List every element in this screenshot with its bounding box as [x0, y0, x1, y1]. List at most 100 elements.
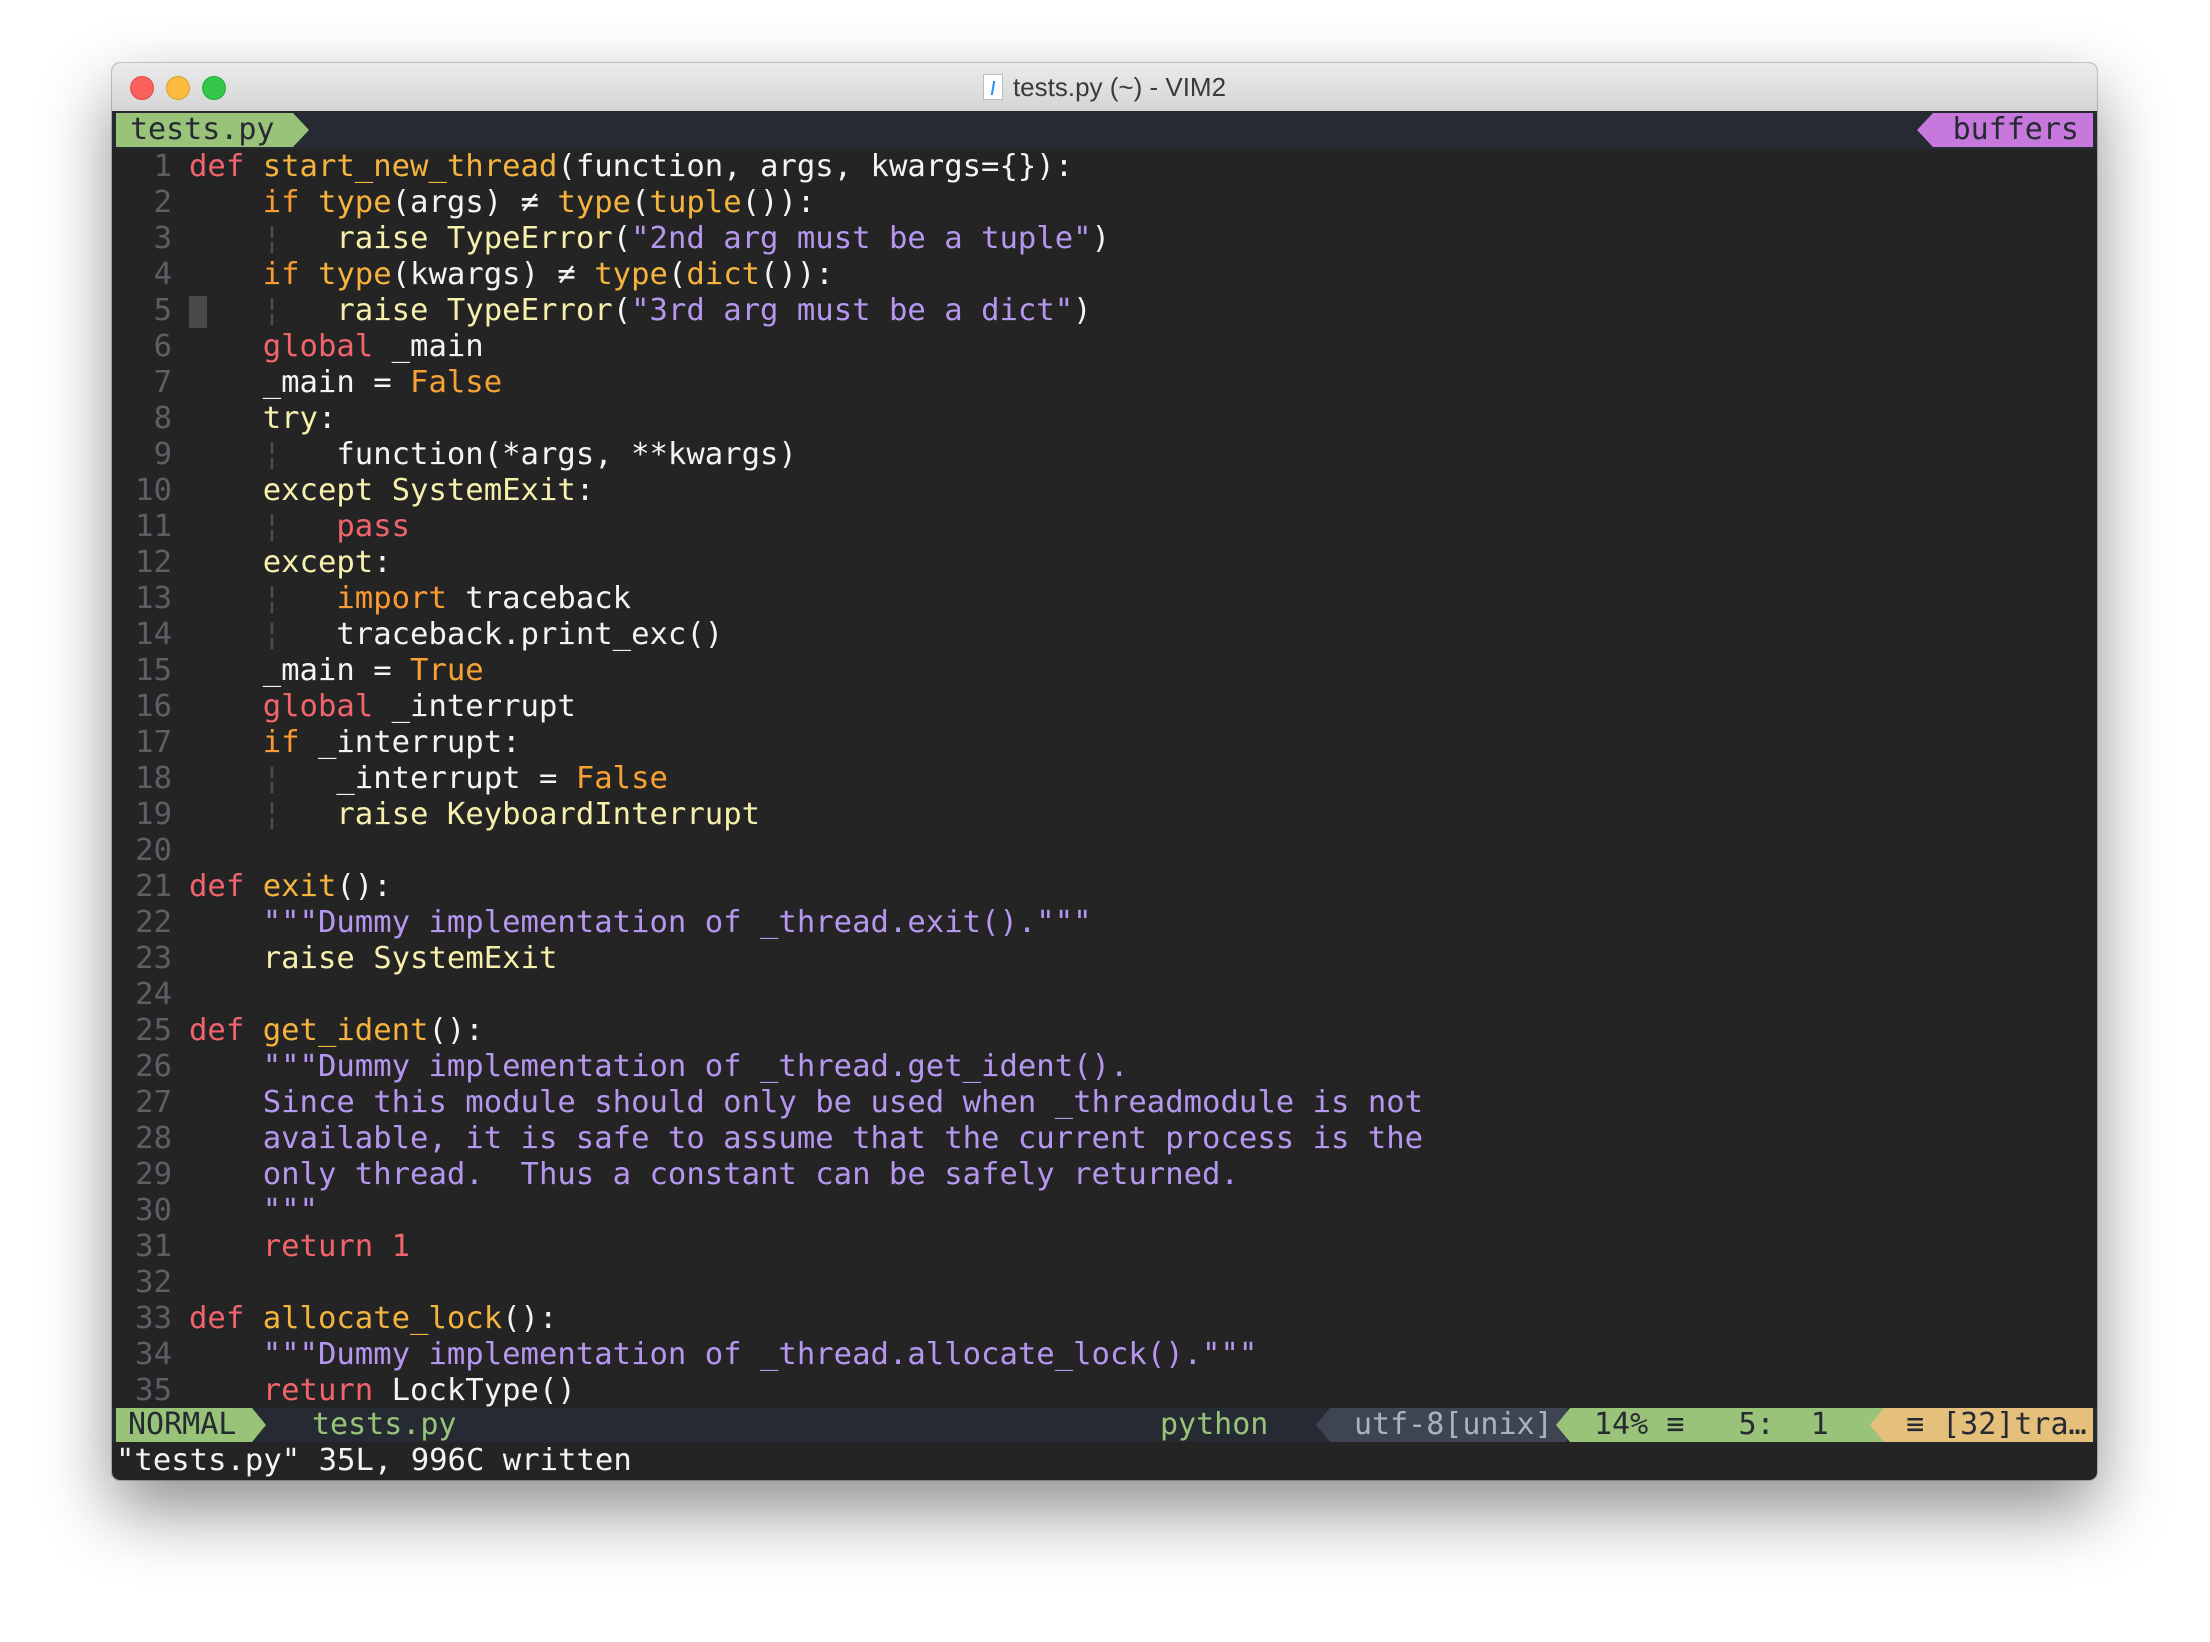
code-token: """	[262, 1193, 318, 1228]
line-number: 19	[135, 797, 172, 832]
code-token: type	[557, 185, 632, 220]
code-line[interactable]: 13 ¦ import traceback	[112, 581, 2097, 617]
tab-tests-py[interactable]: tests.py	[116, 113, 308, 147]
tabline: tests.py buffers	[112, 111, 2097, 149]
line-number: 32	[135, 1265, 172, 1300]
code-token: ()):	[741, 185, 816, 220]
line-number: 5	[153, 293, 172, 328]
code-token: KeyboardInterrupt	[446, 797, 761, 832]
code-line[interactable]: 3 ¦ raise TypeError("2nd arg must be a t…	[112, 221, 2097, 257]
code-line[interactable]: 32	[112, 1265, 2097, 1301]
code-line[interactable]: 24	[112, 977, 2097, 1013]
python-file-icon	[982, 74, 1003, 100]
code-line[interactable]: 4 if type(kwargs) ≠ type(dict()):	[112, 257, 2097, 293]
text-cursor	[189, 296, 207, 328]
code-line[interactable]: 6 global _main	[112, 329, 2097, 365]
code-token: def	[189, 149, 245, 184]
code-line[interactable]: 15 _main = True	[112, 653, 2097, 689]
line-number: 35	[135, 1373, 172, 1408]
code-line[interactable]: 7 _main = False	[112, 365, 2097, 401]
code-line[interactable]: 22 """Dummy implementation of _thread.ex…	[112, 905, 2097, 941]
code-line[interactable]: 10 except SystemExit:	[112, 473, 2097, 509]
code-line[interactable]: 18 ¦ _interrupt = False	[112, 761, 2097, 797]
code-line[interactable]: 17 if _interrupt:	[112, 725, 2097, 761]
line-number: 1	[153, 149, 172, 184]
code-token: ()):	[760, 257, 834, 292]
code-line[interactable]: 11 ¦ pass	[112, 509, 2097, 545]
status-position: 14% ≡ 5: 1	[1556, 1407, 1884, 1442]
code-token: global	[262, 689, 374, 724]
line-number: 10	[135, 473, 172, 508]
code-line[interactable]: 30 """	[112, 1193, 2097, 1229]
indent-guide: ¦	[262, 221, 282, 256]
line-number: 33	[135, 1301, 172, 1336]
code-token: TypeError	[446, 293, 613, 328]
status-filetype: python	[1160, 1407, 1269, 1442]
code-token: type	[594, 257, 668, 292]
code-token: )	[1091, 221, 1111, 256]
code-token: raise	[336, 797, 429, 832]
code-token: traceback	[446, 581, 632, 616]
code-line[interactable]: 12 except:	[112, 545, 2097, 581]
code-token: """Dummy implementation of _thread.get_i…	[262, 1049, 1129, 1084]
code-token: SystemExit	[391, 473, 576, 508]
code-token: ():	[336, 869, 392, 904]
indent-guide: ¦	[262, 581, 282, 616]
status-percent: 14% ≡	[1594, 1407, 1685, 1442]
buffers-label[interactable]: buffers	[1916, 113, 2093, 147]
code-token: "2nd arg must be a tuple"	[631, 221, 1092, 256]
code-token: :	[373, 545, 392, 580]
code-line[interactable]: 28 available, it is safe to assume that …	[112, 1121, 2097, 1157]
code-line[interactable]: 25 def get_ident():	[112, 1013, 2097, 1049]
code-line[interactable]: 34 """Dummy implementation of _thread.al…	[112, 1337, 2097, 1373]
indent-guide: ¦	[262, 437, 282, 472]
code-token: (	[631, 185, 650, 220]
code-line[interactable]: 31 return 1	[112, 1229, 2097, 1265]
code-line[interactable]: 16 global _interrupt	[112, 689, 2097, 725]
code-line[interactable]: 21 def exit():	[112, 869, 2097, 905]
line-number: 18	[135, 761, 172, 796]
code-token: return	[262, 1373, 374, 1408]
code-line[interactable]: 26 """Dummy implementation of _thread.ge…	[112, 1049, 2097, 1085]
code-line[interactable]: 27 Since this module should only be used…	[112, 1085, 2097, 1121]
code-token: _interrupt	[373, 689, 576, 724]
code-editor[interactable]: 1 def start_new_thread(function, args, kw…	[112, 149, 2097, 1408]
code-line[interactable]: 8 try:	[112, 401, 2097, 437]
mode-indicator: NORMAL	[116, 1408, 267, 1442]
code-line[interactable]: 19 ¦ raise KeyboardInterrupt	[112, 797, 2097, 833]
line-number: 12	[135, 545, 172, 580]
code-line[interactable]: 23 raise SystemExit	[112, 941, 2097, 977]
code-line[interactable]: 9 ¦ function(*args, **kwargs)	[112, 437, 2097, 473]
code-line[interactable]: 1 def start_new_thread(function, args, kw…	[112, 149, 2097, 185]
code-token: False	[575, 761, 668, 796]
code-token: def	[189, 869, 245, 904]
code-line[interactable]: 20	[112, 833, 2097, 869]
code-line[interactable]: 29 only thread. Thus a constant can be s…	[112, 1157, 2097, 1193]
code-token: get_ident	[262, 1013, 429, 1048]
code-line[interactable]: 33 def allocate_lock():	[112, 1301, 2097, 1337]
code-line[interactable]: 2 if type(args) ≠ type(tuple()):	[112, 185, 2097, 221]
line-number: 22	[135, 905, 172, 940]
line-number: 4	[153, 257, 172, 292]
code-line[interactable]: 5 ¦ raise TypeError("3rd arg must be a d…	[112, 293, 2097, 329]
code-line[interactable]: 35 return LockType()	[112, 1373, 2097, 1409]
code-token: try	[262, 401, 318, 436]
status-filename: tests.py	[312, 1407, 457, 1442]
code-line[interactable]: 14 ¦ traceback.print_exc()	[112, 617, 2097, 653]
